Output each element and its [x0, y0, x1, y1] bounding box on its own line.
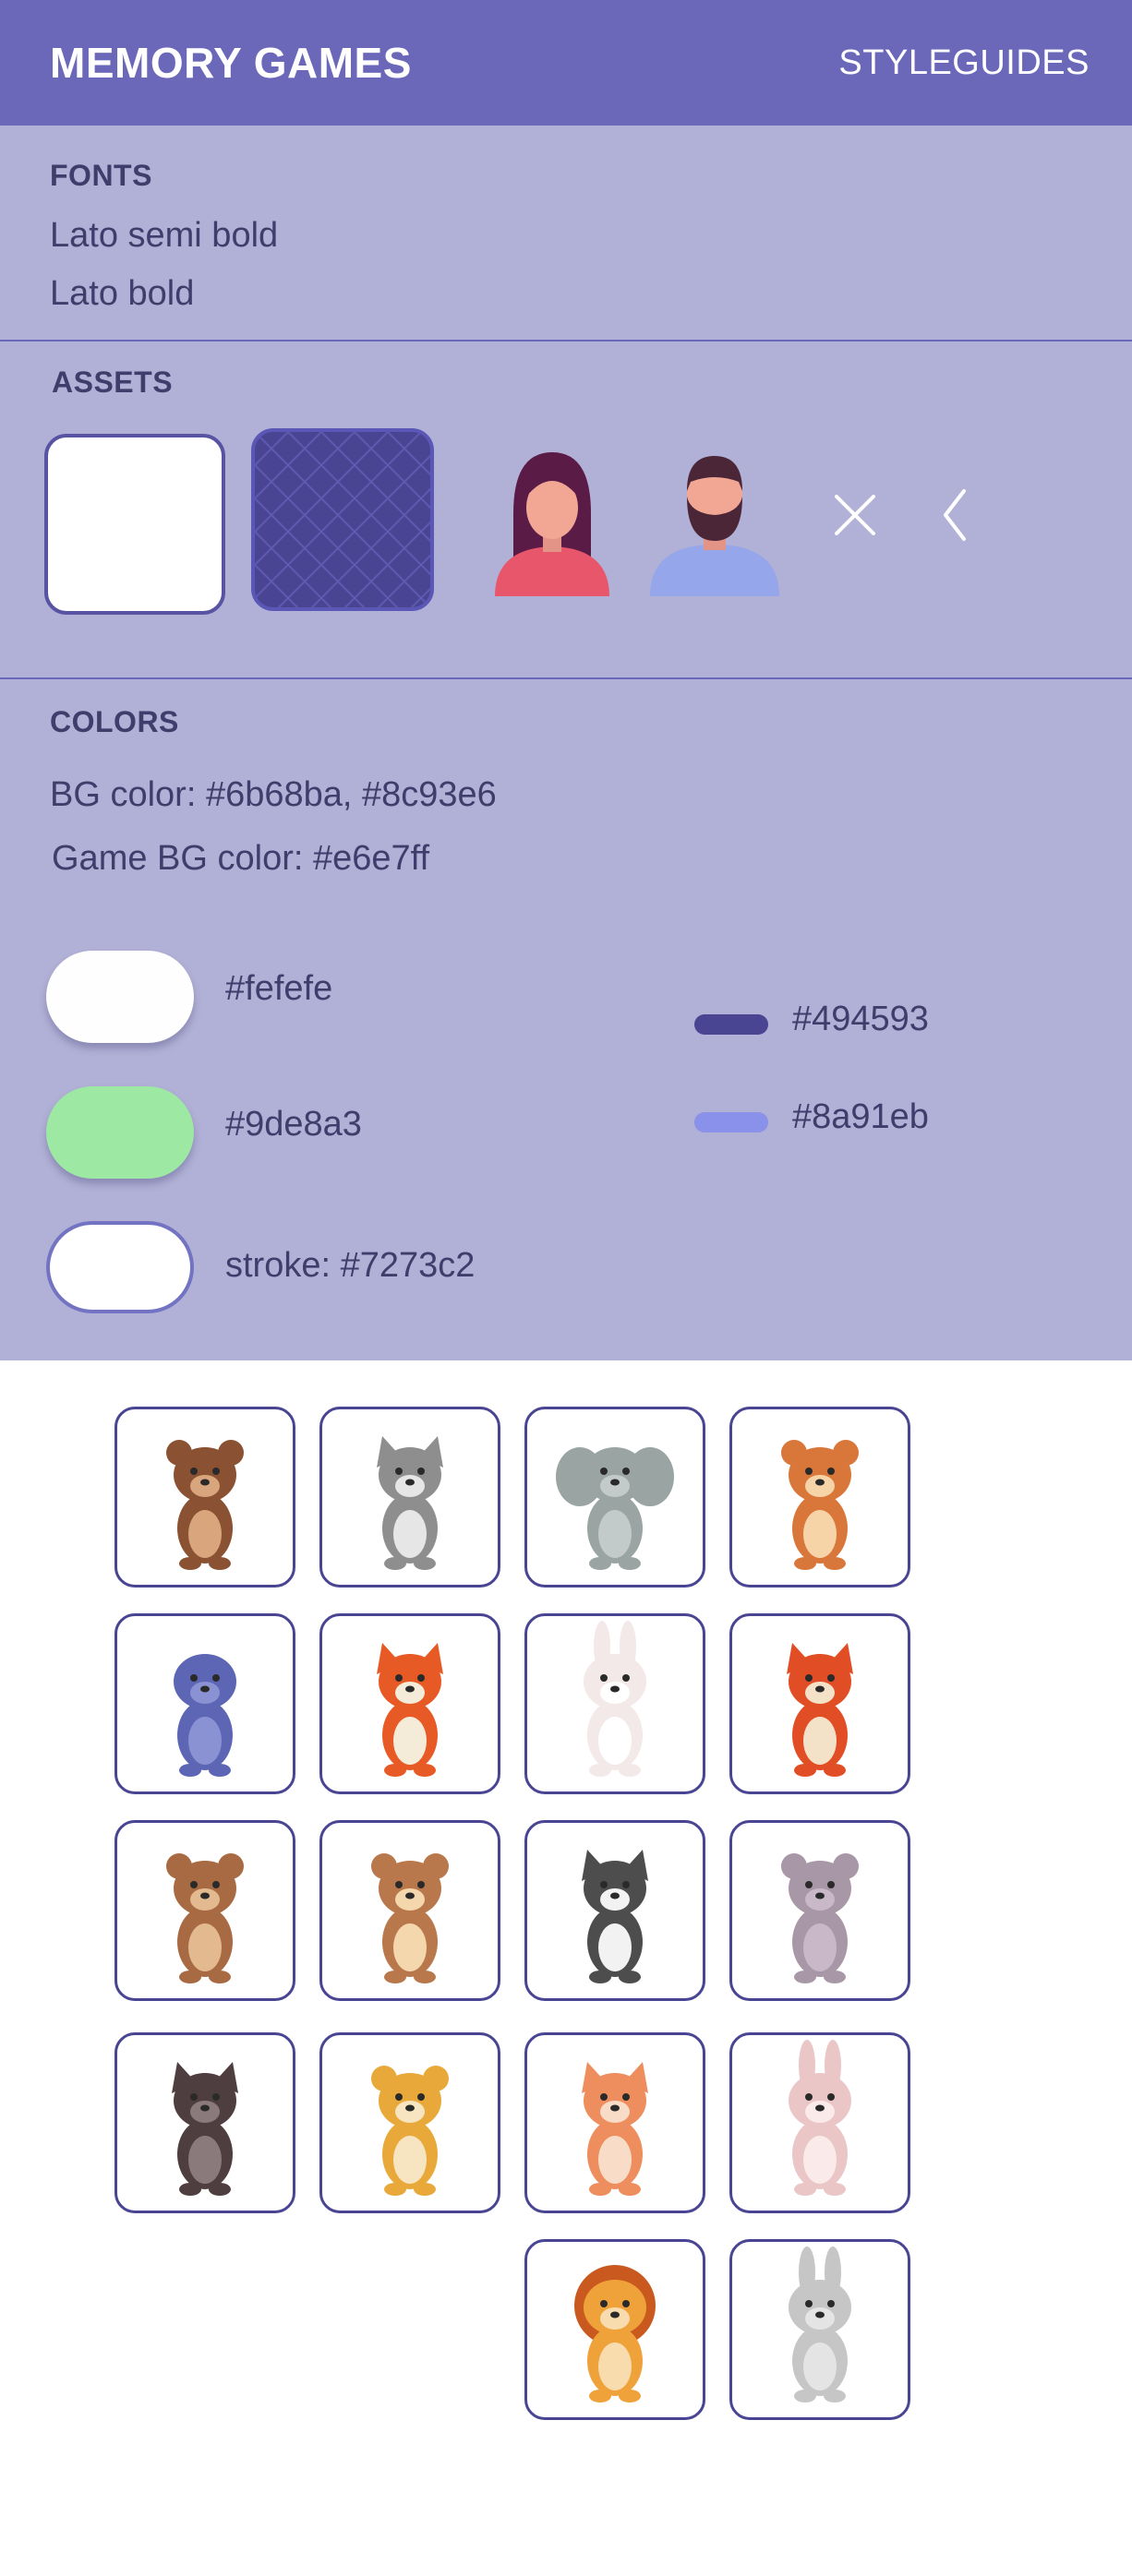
font-item: Lato bold	[50, 274, 195, 313]
animal-card-white-rabbit[interactable]	[524, 1613, 705, 1794]
animal-card-brown-bear[interactable]	[114, 1407, 295, 1588]
assets-section-title: ASSETS	[52, 365, 174, 399]
animal-card-seal[interactable]	[114, 1613, 295, 1794]
female-avatar	[495, 452, 609, 596]
seal-illustration	[174, 1654, 236, 1777]
tiger-illustration	[371, 2066, 449, 2196]
hippo-illustration	[781, 1853, 859, 1983]
fonts-section-title: FONTS	[50, 159, 152, 192]
chipmunk-illustration	[371, 1853, 449, 1983]
swatch-label: #fefefe	[225, 969, 333, 1008]
swatch-green	[46, 1086, 194, 1179]
close-icon	[835, 495, 875, 535]
styleguides-link[interactable]: STYLEGUIDES	[838, 43, 1090, 83]
color-bar-label: #8a91eb	[792, 1097, 929, 1136]
pink-rabbit-illustration	[789, 2040, 851, 2196]
lion-illustration	[574, 2265, 656, 2402]
bg-color-text: BG color: #6b68ba, #8c93e6	[50, 775, 497, 814]
brown-bear-illustration	[166, 1440, 244, 1570]
card-front-asset	[44, 434, 225, 615]
animal-card-beaver[interactable]	[114, 1820, 295, 2001]
app-header: MEMORY GAMES STYLEGUIDES	[0, 0, 1132, 126]
back-chevron-icon	[944, 489, 966, 541]
card-back-pattern	[255, 432, 430, 607]
color-bar-label: #494593	[792, 1000, 929, 1038]
swatch-white	[46, 951, 194, 1043]
game-bg-color-text: Game BG color: #e6e7ff	[52, 839, 430, 878]
animal-card-deer[interactable]	[524, 2032, 705, 2213]
elephant-illustration	[556, 1447, 674, 1570]
male-avatar	[650, 456, 779, 596]
animal-card-dark-raccoon[interactable]	[114, 2032, 295, 2213]
animal-card-black-cat[interactable]	[524, 1820, 705, 2001]
colors-section-title: COLORS	[50, 705, 179, 738]
swatch-stroke	[46, 1221, 194, 1313]
animal-card-tiger[interactable]	[319, 2032, 500, 2213]
swatch-label: #9de8a3	[225, 1105, 362, 1144]
animal-card-raccoon[interactable]	[319, 1407, 500, 1588]
swatch-label: stroke: #7273c2	[225, 1246, 476, 1285]
deer-illustration	[582, 2062, 648, 2196]
animal-card-elephant[interactable]	[524, 1407, 705, 1588]
animal-card-red-fox[interactable]	[729, 1613, 910, 1794]
app-title: MEMORY GAMES	[50, 39, 412, 87]
white-rabbit-illustration	[584, 1621, 646, 1777]
black-cat-illustration	[582, 1850, 648, 1983]
color-bar-light	[694, 1112, 768, 1132]
animal-card-squirrel[interactable]	[729, 1407, 910, 1588]
animal-card-lion[interactable]	[524, 2239, 705, 2420]
animal-card-hippo[interactable]	[729, 1820, 910, 2001]
card-back-asset	[251, 428, 434, 611]
animal-card-chipmunk[interactable]	[319, 1820, 500, 2001]
animal-card-pink-rabbit[interactable]	[729, 2032, 910, 2213]
font-item: Lato semi bold	[50, 216, 279, 255]
grey-rabbit-illustration	[789, 2247, 851, 2402]
squirrel-illustration	[781, 1440, 859, 1570]
raccoon-illustration	[377, 1436, 443, 1570]
section-divider	[0, 677, 1132, 679]
animal-card-grey-rabbit[interactable]	[729, 2239, 910, 2420]
dark-raccoon-illustration	[172, 2062, 238, 2196]
red-fox-illustration	[787, 1643, 853, 1777]
beaver-illustration	[166, 1853, 244, 1983]
color-bar-dark	[694, 1014, 768, 1035]
animal-card-fox[interactable]	[319, 1613, 500, 1794]
section-divider	[0, 340, 1132, 341]
fox-illustration	[377, 1643, 443, 1777]
